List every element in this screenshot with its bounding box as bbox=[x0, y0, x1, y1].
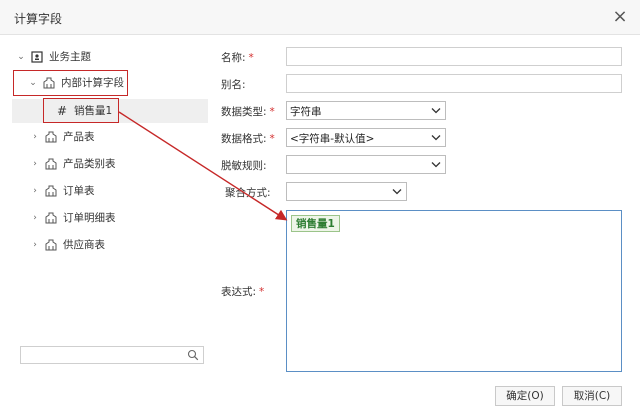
datatype-select[interactable]: 字符串 bbox=[286, 101, 446, 120]
expr-label: 表达式: * bbox=[221, 286, 265, 298]
format-select[interactable]: <字符串-默认值> bbox=[286, 128, 446, 147]
chevron-down-icon bbox=[431, 162, 441, 168]
agg-select[interactable] bbox=[286, 182, 407, 201]
search-icon[interactable] bbox=[187, 349, 199, 361]
table-icon bbox=[45, 131, 57, 143]
chevron-down-icon bbox=[431, 108, 441, 114]
tree-item-label: 产品类别表 bbox=[63, 158, 116, 170]
chevron-down-icon bbox=[431, 135, 441, 141]
chevron-right-icon[interactable]: › bbox=[30, 126, 40, 148]
tree-item-table[interactable]: › 供应商表 bbox=[30, 234, 190, 256]
table-icon bbox=[45, 185, 57, 197]
mask-label: 脱敏规则: bbox=[221, 160, 267, 172]
agg-label: 聚合方式: bbox=[225, 187, 271, 199]
calc-field-dialog: 计算字段 × ⌄ 业务主题 ⌄ 内部计算字段 # 销售量1 › 产品表 › 产品… bbox=[0, 0, 640, 414]
tree-item-label: 订单表 bbox=[63, 185, 95, 197]
alias-field[interactable] bbox=[286, 74, 622, 93]
ok-button[interactable]: 确定(O) bbox=[495, 386, 555, 406]
dialog-title: 计算字段 bbox=[14, 12, 63, 26]
subject-icon bbox=[31, 51, 43, 63]
tree-item-table[interactable]: › 订单表 bbox=[30, 180, 190, 202]
tree-root[interactable]: ⌄ 业务主题 bbox=[16, 46, 212, 68]
tree-item-label: 订单明细表 bbox=[63, 212, 116, 224]
datatype-label: 数据类型: * bbox=[221, 106, 275, 118]
expression-editor[interactable]: 销售量1 bbox=[286, 210, 622, 372]
title-bar: 计算字段 × bbox=[0, 0, 640, 35]
tree-search-input[interactable] bbox=[20, 346, 204, 364]
mask-select[interactable] bbox=[286, 155, 446, 174]
tree-item-table[interactable]: › 产品表 bbox=[30, 126, 190, 148]
highlight-box-field bbox=[43, 98, 119, 123]
table-icon bbox=[45, 239, 57, 251]
format-value: <字符串-默认值> bbox=[290, 133, 375, 145]
expression-token[interactable]: 销售量1 bbox=[291, 215, 340, 232]
tree-root-label: 业务主题 bbox=[49, 51, 91, 63]
cancel-button[interactable]: 取消(C) bbox=[562, 386, 622, 406]
highlight-box-folder bbox=[13, 70, 128, 96]
table-icon bbox=[45, 158, 57, 170]
tree-item-table[interactable]: › 产品类别表 bbox=[30, 153, 190, 175]
chevron-right-icon[interactable]: › bbox=[30, 180, 40, 202]
table-icon bbox=[45, 212, 57, 224]
chevron-right-icon[interactable]: › bbox=[30, 207, 40, 229]
name-field[interactable] bbox=[286, 47, 622, 66]
chevron-down-icon bbox=[392, 189, 402, 195]
name-label: 名称: * bbox=[221, 52, 254, 64]
chevron-right-icon[interactable]: › bbox=[30, 153, 40, 175]
alias-label: 别名: bbox=[221, 79, 246, 91]
tree-item-label: 供应商表 bbox=[63, 239, 105, 251]
chevron-right-icon[interactable]: › bbox=[30, 234, 40, 256]
close-icon[interactable]: × bbox=[610, 7, 630, 27]
tree-item-table[interactable]: › 订单明细表 bbox=[30, 207, 190, 229]
tree-item-label: 产品表 bbox=[63, 131, 95, 143]
chevron-down-icon[interactable]: ⌄ bbox=[16, 46, 26, 68]
format-label: 数据格式: * bbox=[221, 133, 275, 145]
datatype-value: 字符串 bbox=[290, 106, 322, 118]
